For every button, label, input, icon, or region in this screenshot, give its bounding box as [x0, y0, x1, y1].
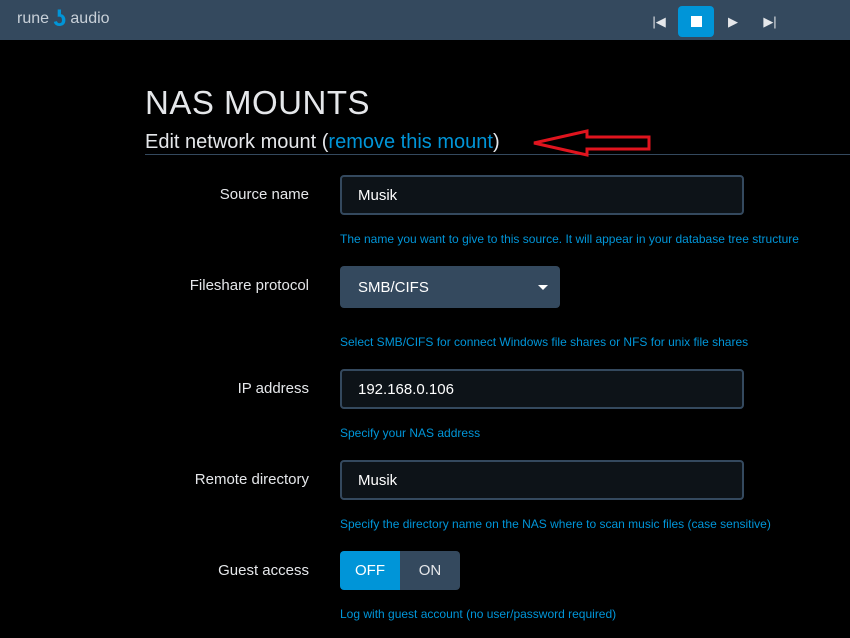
guest-off-option[interactable]: OFF: [340, 551, 400, 590]
guest-help: Log with guest account (no user/password…: [340, 607, 617, 621]
subtitle-text: Edit network mount (: [145, 131, 329, 153]
source-name-input[interactable]: Musik: [340, 175, 744, 215]
logo[interactable]: rune ʖ audio: [17, 5, 110, 32]
next-button[interactable]: ▶|: [752, 6, 788, 37]
remove-mount-link[interactable]: remove this mount: [328, 131, 493, 153]
guest-on-option[interactable]: ON: [400, 551, 460, 590]
source-name-label: Source name: [219, 186, 309, 203]
logo-text-left: rune: [17, 10, 50, 27]
logo-text-right: audio: [70, 10, 110, 27]
rune-logo-icon: ʖ: [53, 5, 67, 32]
guest-label: Guest access: [218, 562, 309, 579]
previous-icon: |◀: [652, 13, 666, 29]
ip-input[interactable]: 192.168.0.106: [340, 369, 744, 409]
remote-dir-help: Specify the directory name on the NAS wh…: [340, 517, 771, 531]
play-icon: ▶: [728, 13, 738, 29]
next-icon: ▶|: [763, 13, 777, 29]
caret-down-icon: [538, 285, 548, 290]
protocol-help: Select SMB/CIFS for connect Windows file…: [340, 335, 749, 349]
stop-button[interactable]: [678, 6, 714, 37]
top-bar: rune ʖ audio |◀ ▶ ▶|: [0, 0, 850, 40]
remote-dir-label: Remote directory: [194, 471, 309, 488]
protocol-label: Fileshare protocol: [189, 277, 309, 294]
protocol-value: SMB/CIFS: [358, 278, 429, 296]
page-title: NAS MOUNTS: [145, 84, 371, 121]
page-subtitle: Edit network mount (remove this mount): [145, 131, 500, 154]
guest-access-toggle[interactable]: OFF ON: [340, 551, 460, 590]
stop-icon: [690, 16, 702, 27]
source-name-help: The name you want to give to this source…: [340, 232, 799, 246]
subtitle-close: ): [492, 131, 500, 153]
previous-button[interactable]: |◀: [641, 6, 677, 37]
remote-dir-input[interactable]: Musik: [340, 460, 744, 500]
divider: [145, 154, 850, 155]
play-button[interactable]: ▶: [715, 6, 751, 37]
annotation-arrow-icon: [533, 129, 651, 157]
protocol-select[interactable]: SMB/CIFS: [340, 266, 560, 308]
ip-help: Specify your NAS address: [340, 426, 481, 440]
ip-label: IP address: [237, 380, 309, 397]
